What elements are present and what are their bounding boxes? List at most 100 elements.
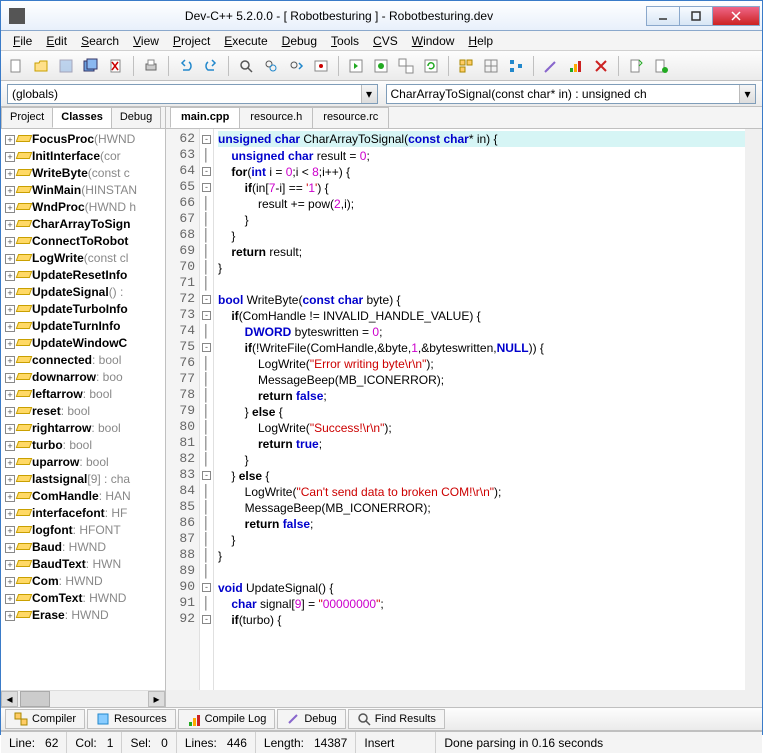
- class-item[interactable]: +UpdateSignal () :: [1, 284, 165, 301]
- class-item[interactable]: +UpdateTurnInfo: [1, 318, 165, 335]
- class-item[interactable]: +ComText : HWND: [1, 590, 165, 607]
- member-icon: [17, 594, 29, 603]
- class-item[interactable]: +WriteByte (const c: [1, 165, 165, 182]
- class-item[interactable]: +LogWrite (const cl: [1, 250, 165, 267]
- class-item[interactable]: +leftarrow : bool: [1, 386, 165, 403]
- menu-view[interactable]: View: [127, 32, 165, 50]
- menu-cvs[interactable]: CVS: [367, 32, 404, 50]
- class-item[interactable]: +UpdateWindowC: [1, 335, 165, 352]
- bottom-tab-find-results[interactable]: Find Results: [348, 709, 445, 729]
- menu-tools[interactable]: Tools: [325, 32, 365, 50]
- editor-v-scrollbar[interactable]: ▴ ▾: [745, 129, 762, 690]
- class-item[interactable]: +Erase : HWND: [1, 607, 165, 624]
- undo-button[interactable]: [175, 55, 197, 77]
- status-length: Length: 14387: [256, 732, 356, 753]
- code-content[interactable]: unsigned char CharArrayToSignal(const ch…: [214, 129, 745, 690]
- window-title: Dev-C++ 5.2.0.0 - [ Robotbesturing ] - R…: [31, 9, 647, 23]
- editor-tab-main-cpp[interactable]: main.cpp: [170, 107, 240, 128]
- menu-execute[interactable]: Execute: [218, 32, 273, 50]
- left-tab-project[interactable]: Project: [1, 107, 53, 128]
- class-item[interactable]: +rightarrow : bool: [1, 420, 165, 437]
- class-item[interactable]: +InitInterface (cor: [1, 148, 165, 165]
- class-item[interactable]: +reset : bool: [1, 403, 165, 420]
- menu-debug[interactable]: Debug: [276, 32, 323, 50]
- class-item[interactable]: +connected : bool: [1, 352, 165, 369]
- class-item[interactable]: +WinMain (HINSTAN: [1, 182, 165, 199]
- compile-button[interactable]: [345, 55, 367, 77]
- member-icon: [17, 254, 29, 263]
- menu-search[interactable]: Search: [75, 32, 125, 50]
- scope-combo[interactable]: (globals)▾: [7, 84, 378, 104]
- class-item[interactable]: +uparrow : bool: [1, 454, 165, 471]
- open-button[interactable]: [30, 55, 52, 77]
- code-editor[interactable]: 62 63 64 65 66 67 68 69 70 71 72 73 74 7…: [166, 129, 762, 707]
- class-item[interactable]: +UpdateTurboInfo: [1, 301, 165, 318]
- save-button[interactable]: [55, 55, 77, 77]
- editor-tab-resource-h[interactable]: resource.h: [239, 107, 313, 128]
- member-icon: [17, 135, 29, 144]
- class-item[interactable]: +CharArrayToSign: [1, 216, 165, 233]
- class-browser-button[interactable]: [505, 55, 527, 77]
- status-lines: Lines: 446: [177, 732, 256, 753]
- menu-help[interactable]: Help: [462, 32, 499, 50]
- delete-profile-button[interactable]: [590, 55, 612, 77]
- panel-h-scrollbar[interactable]: ◂▸: [1, 690, 165, 707]
- class-item[interactable]: +FocusProc (HWND: [1, 131, 165, 148]
- rebuild-button[interactable]: [420, 55, 442, 77]
- maximize-button[interactable]: [679, 6, 713, 26]
- member-icon: [17, 560, 29, 569]
- class-item[interactable]: +Com : HWND: [1, 573, 165, 590]
- member-icon: [17, 305, 29, 314]
- close-file-button[interactable]: [105, 55, 127, 77]
- class-item[interactable]: +Baud : HWND: [1, 539, 165, 556]
- close-button[interactable]: [712, 6, 760, 26]
- left-tab-classes[interactable]: Classes: [52, 107, 112, 128]
- fold-gutter[interactable]: -│--││││││--│-│││││││-││││││-│-: [200, 129, 214, 690]
- class-item[interactable]: +WndProc (HWND h: [1, 199, 165, 216]
- bottom-tab-compiler[interactable]: Compiler: [5, 709, 85, 729]
- class-item[interactable]: +BaudText : HWN: [1, 556, 165, 573]
- editor-tab-resource-rc[interactable]: resource.rc: [312, 107, 389, 128]
- member-icon: [17, 611, 29, 620]
- find-button[interactable]: [235, 55, 257, 77]
- class-item[interactable]: +logfont : HFONT: [1, 522, 165, 539]
- menu-file[interactable]: File: [7, 32, 38, 50]
- class-item[interactable]: +ConnectToRobot: [1, 233, 165, 250]
- class-item[interactable]: +UpdateResetInfo: [1, 267, 165, 284]
- class-item[interactable]: +ComHandle : HAN: [1, 488, 165, 505]
- toggle-bookmark-button[interactable]: [650, 55, 672, 77]
- member-icon: [17, 458, 29, 467]
- debug-button[interactable]: [540, 55, 562, 77]
- menu-project[interactable]: Project: [167, 32, 216, 50]
- class-item[interactable]: +downarrow : boo: [1, 369, 165, 386]
- goto-button[interactable]: [310, 55, 332, 77]
- class-item[interactable]: +lastsignal [9] : cha: [1, 471, 165, 488]
- new-class-button[interactable]: [455, 55, 477, 77]
- redo-button[interactable]: [200, 55, 222, 77]
- profile-button[interactable]: [565, 55, 587, 77]
- replace-button[interactable]: [260, 55, 282, 77]
- editor-area: main.cppresource.hresource.rc 62 63 64 6…: [166, 107, 762, 707]
- bottom-tab-debug[interactable]: Debug: [277, 709, 345, 729]
- class-item[interactable]: +turbo : bool: [1, 437, 165, 454]
- run-button[interactable]: [370, 55, 392, 77]
- left-tab-debug[interactable]: Debug: [111, 107, 161, 128]
- find-next-button[interactable]: [285, 55, 307, 77]
- menu-window[interactable]: Window: [406, 32, 461, 50]
- bottom-tab-compile-log[interactable]: Compile Log: [178, 709, 276, 729]
- save-all-button[interactable]: [80, 55, 102, 77]
- new-file-button[interactable]: [5, 55, 27, 77]
- class-item[interactable]: +interfacefont : HF: [1, 505, 165, 522]
- member-icon: [17, 390, 29, 399]
- member-icon: [17, 203, 29, 212]
- member-combo[interactable]: CharArrayToSignal(const char* in) : unsi…: [386, 84, 757, 104]
- member-icon: [17, 339, 29, 348]
- project-options-button[interactable]: [480, 55, 502, 77]
- bottom-tab-resources[interactable]: Resources: [87, 709, 176, 729]
- minimize-button[interactable]: [646, 6, 680, 26]
- class-browser-list[interactable]: +FocusProc (HWND+InitInterface (cor+Writ…: [1, 129, 165, 690]
- print-button[interactable]: [140, 55, 162, 77]
- menu-edit[interactable]: Edit: [40, 32, 73, 50]
- compile-run-button[interactable]: [395, 55, 417, 77]
- goto-bookmark-button[interactable]: [625, 55, 647, 77]
